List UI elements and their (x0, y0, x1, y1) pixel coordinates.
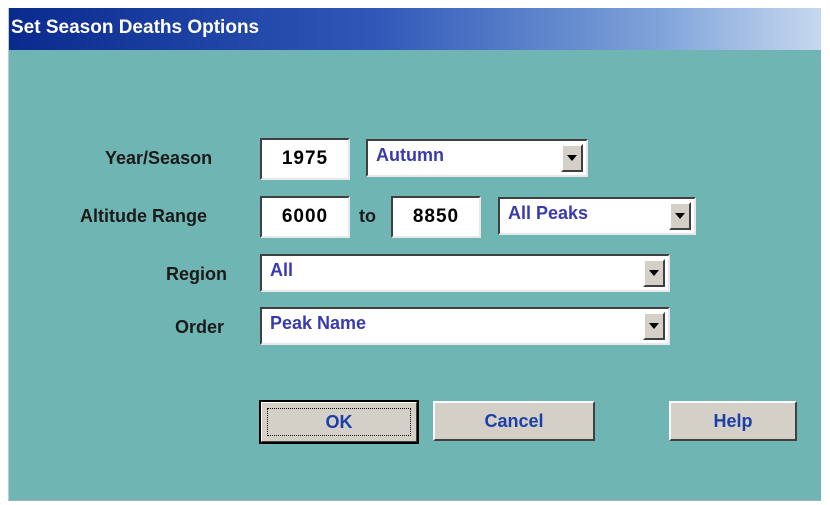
peaks-dropdown[interactable]: All Peaks (498, 197, 696, 235)
cancel-button[interactable]: Cancel (433, 401, 595, 441)
peaks-value: All Peaks (508, 203, 589, 223)
chevron-down-icon[interactable] (669, 202, 691, 230)
ok-button-label: OK (325, 411, 353, 432)
region-label: Region (166, 264, 227, 284)
season-dropdown[interactable]: Autumn (366, 139, 588, 177)
ok-button[interactable]: OK (259, 400, 419, 444)
help-button[interactable]: Help (669, 401, 797, 441)
region-value: All (270, 260, 294, 280)
chevron-down-icon[interactable] (643, 312, 665, 340)
title-bar[interactable]: Set Season Deaths Options (9, 8, 821, 50)
help-button-label: Help (713, 410, 753, 431)
chevron-down-icon[interactable] (643, 259, 665, 287)
altitude-range-label: Altitude Range (80, 206, 208, 226)
year-season-label: Year/Season (105, 148, 213, 168)
set-season-deaths-dialog: Set Season Deaths Options Year/Season 19… (8, 8, 821, 501)
order-label: Order (175, 317, 225, 337)
order-dropdown[interactable]: Peak Name (260, 307, 670, 345)
cancel-button-label: Cancel (484, 410, 544, 431)
year-input[interactable]: 1975 (260, 138, 350, 180)
chevron-down-icon[interactable] (561, 144, 583, 172)
to-label: to (359, 206, 376, 226)
window-title: Set Season Deaths Options (11, 17, 260, 38)
altitude-to-input[interactable]: 8850 (391, 196, 481, 238)
altitude-from-input[interactable]: 6000 (260, 196, 350, 238)
region-dropdown[interactable]: All (260, 254, 670, 292)
season-value: Autumn (376, 145, 444, 165)
order-value: Peak Name (270, 313, 367, 333)
